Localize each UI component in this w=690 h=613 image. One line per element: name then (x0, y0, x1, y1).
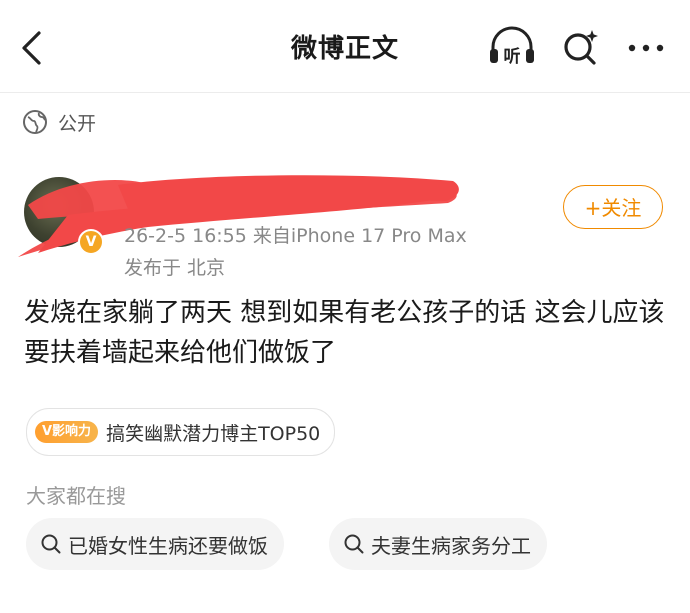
trending-chip-2[interactable]: 夫妻生病家务分工 (329, 518, 547, 570)
listen-button[interactable]: 听 (487, 25, 537, 69)
influence-text: 搞笑幽默潜力博主TOP50 (106, 422, 321, 445)
search-icon (344, 534, 364, 554)
post-meta: 26-2-5 16:55 来自iPhone 17 Pro Max (124, 225, 467, 247)
redaction-scribble (18, 175, 459, 257)
listen-label: 听 (504, 46, 521, 67)
post-location: 发布于 北京 (124, 257, 226, 279)
search-icon (41, 534, 61, 554)
trending-chip-label: 已婚女性生病还要做饭 (68, 533, 268, 558)
follow-button[interactable]: +关注 (563, 185, 663, 229)
influence-badge: V影响力 (35, 421, 99, 443)
globe-icon (23, 110, 47, 134)
trending-chip-label: 夫妻生病家务分工 (371, 533, 531, 558)
visibility-label: 公开 (58, 113, 97, 135)
trending-label: 大家都在搜 (26, 484, 126, 508)
influence-tag[interactable]: V影响力 搞笑幽默潜力博主TOP50 (26, 408, 336, 456)
visibility-row: 公开 (0, 92, 690, 152)
verified-badge: V (78, 229, 104, 255)
more-dots-icon[interactable] (624, 30, 668, 66)
trending-chip-1[interactable]: 已婚女性生病还要做饭 (26, 518, 284, 570)
post-content: 发烧在家躺了两天 想到如果有老公孩子的话 这会儿应该要扶着墙起来给他们做饭了 (24, 298, 665, 368)
top-bar: 微博正文 听 (0, 0, 690, 92)
post-card: V 26-2-5 16:55 来自iPhone 17 Pro Max 发布于 北… (0, 151, 690, 613)
sparkle-search-icon[interactable] (560, 26, 602, 68)
